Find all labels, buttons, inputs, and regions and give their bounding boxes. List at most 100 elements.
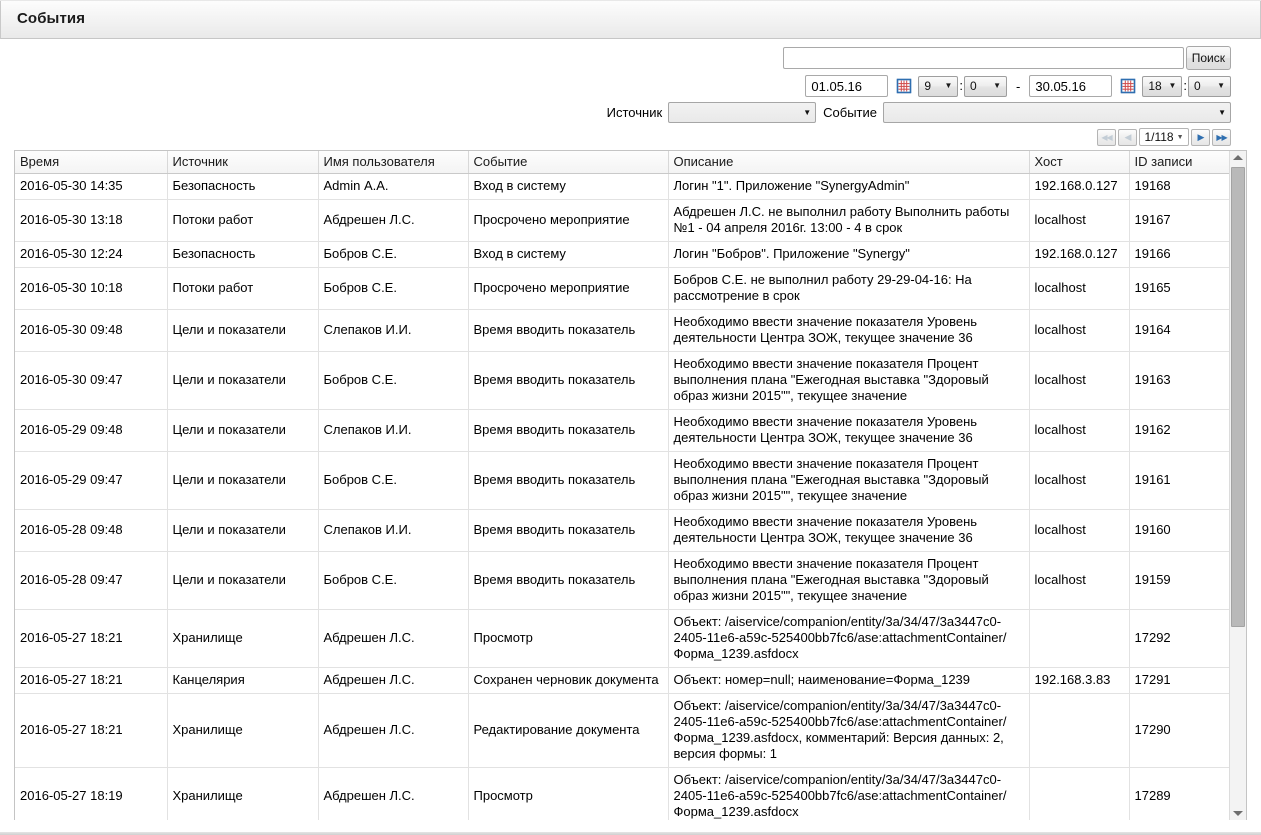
scroll-down-arrow-icon[interactable] [1230,807,1246,820]
vertical-scrollbar[interactable] [1229,151,1246,820]
cell-event: Просмотр [468,767,669,820]
cell-user: Абдрешен Л.С. [318,609,469,668]
cell-record-id: 17292 [1129,609,1229,668]
column-header-time[interactable]: Время [15,151,168,174]
cell-source: Потоки работ [167,267,319,310]
cell-time: 2016-05-30 12:24 [15,241,168,268]
cell-source: Хранилище [167,609,319,668]
page-selector[interactable]: 1/118 ▼ [1139,128,1189,146]
scroll-up-arrow-icon[interactable] [1230,151,1246,164]
cell-host: 192.168.0.127 [1029,241,1130,268]
pagination: ◀◀ ◀ 1/118 ▼ ▶ ▶▶ [1095,128,1231,146]
prev-page-button[interactable]: ◀ [1118,128,1137,146]
cell-description: Необходимо ввести значение показателя Ур… [668,509,1030,552]
cell-user: Абдрешен Л.С. [318,199,469,242]
cell-time: 2016-05-29 09:47 [15,451,168,510]
minute-to-select[interactable]: 0 ▼ [1188,75,1231,97]
cell-source: Безопасность [167,173,319,200]
chevron-down-icon: ▼ [803,107,812,117]
events-grid: Время Источник Имя пользователя Событие … [14,150,1247,821]
cell-user: Слепаков И.И. [318,409,469,452]
scrollbar-thumb[interactable] [1231,167,1245,627]
cell-record-id: 19168 [1129,173,1229,200]
cell-record-id: 19167 [1129,199,1229,242]
cell-source: Цели и показатели [167,409,319,452]
cell-host: 192.168.3.83 [1029,667,1130,694]
table-row[interactable]: 2016-05-30 14:35 Безопасность Admin А.А. Вх… [15,173,1229,200]
cell-event: Сохранен черновик документа [468,667,669,694]
table-row[interactable]: 2016-05-30 13:18 Потоки работ Абдрешен Л.С… [15,199,1229,242]
time-colon-from: : [959,78,964,93]
cell-source: Цели и показатели [167,509,319,552]
search-button[interactable]: Поиск [1185,46,1231,70]
events-table: Время Источник Имя пользователя Событие … [15,151,1229,820]
cell-description: Логин "1". Приложение "SynergyAdmin" [668,173,1030,200]
cell-time: 2016-05-29 09:48 [15,409,168,452]
cell-host [1029,767,1130,820]
calendar-icon-from[interactable] [896,78,912,94]
cell-host [1029,609,1130,668]
hour-from-select[interactable]: 9 ▼ [918,75,959,97]
cell-description: Необходимо ввести значение показателя Ур… [668,309,1030,352]
cell-time: 2016-05-30 13:18 [15,199,168,242]
last-page-button[interactable]: ▶▶ [1212,128,1231,146]
cell-time: 2016-05-30 10:18 [15,267,168,310]
cell-description: Абдрешен Л.С. не выполнил работу Выполни… [668,199,1030,242]
cell-user: Бобров С.Е. [318,451,469,510]
minute-to-value: 0 [1194,79,1201,93]
cell-record-id: 19164 [1129,309,1229,352]
cell-description: Объект: номер=null; наименование=Форма_1… [668,667,1030,694]
source-filter-select[interactable]: ▼ [668,102,817,123]
event-filter-select[interactable]: ▼ [883,102,1231,123]
column-header-source[interactable]: Источник [167,151,319,174]
source-filter-label: Источник [606,105,663,120]
date-range-row: 9 ▼ : 0 ▼ - [805,75,1231,97]
minute-from-select[interactable]: 0 ▼ [964,75,1008,97]
cell-event: Время вводить показатель [468,551,669,610]
hour-to-select[interactable]: 18 ▼ [1142,75,1183,97]
cell-record-id: 19166 [1129,241,1229,268]
table-row[interactable]: 2016-05-30 09:47 Цели и показатели Бобров … [15,351,1229,410]
cell-record-id: 19165 [1129,267,1229,310]
next-page-button[interactable]: ▶ [1191,128,1210,146]
first-page-button[interactable]: ◀◀ [1097,128,1116,146]
cell-description: Бобров С.Е. не выполнил работу 29-29-04-… [668,267,1030,310]
cell-source: Потоки работ [167,199,319,242]
table-row[interactable]: 2016-05-29 09:48 Цели и показатели Слепако… [15,409,1229,452]
cell-record-id: 19160 [1129,509,1229,552]
table-row[interactable]: 2016-05-29 09:47 Цели и показатели Бобров … [15,451,1229,510]
chevron-down-icon: ▼ [1168,81,1177,90]
cell-description: Объект: /aiservice/companion/entity/3a/3… [668,609,1030,668]
column-header-host[interactable]: Хост [1029,151,1130,174]
table-row[interactable]: 2016-05-28 09:47 Цели и показатели Бобров … [15,551,1229,610]
cell-record-id: 17291 [1129,667,1229,694]
table-row[interactable]: 2016-05-27 18:19 Хранилище Абдрешен Л.С. Пр… [15,767,1229,820]
cell-event: Вход в систему [468,241,669,268]
cell-event: Время вводить показатель [468,309,669,352]
cell-event: Время вводить показатель [468,351,669,410]
date-to-input[interactable] [1029,75,1113,97]
column-header-description[interactable]: Описание [668,151,1030,174]
cell-time: 2016-05-28 09:47 [15,551,168,610]
column-header-event[interactable]: Событие [468,151,669,174]
column-header-user[interactable]: Имя пользователя [318,151,469,174]
table-row[interactable]: 2016-05-28 09:48 Цели и показатели Слепако… [15,509,1229,552]
date-from-input[interactable] [805,75,889,97]
search-input[interactable] [782,47,1184,69]
table-row[interactable]: 2016-05-27 18:21 Хранилище Абдрешен Л.С. Пр… [15,609,1229,668]
table-row[interactable]: 2016-05-30 12:24 Безопасность Бобров С.Е. В… [15,241,1229,268]
cell-record-id: 19161 [1129,451,1229,510]
table-row[interactable]: 2016-05-27 18:21 Канцелярия Абдрешен Л.С. С… [15,667,1229,694]
table-row[interactable]: 2016-05-30 09:48 Цели и показатели Слепако… [15,309,1229,352]
cell-event: Редактирование документа [468,693,669,768]
column-header-record-id[interactable]: ID записи [1129,151,1229,174]
cell-user: Бобров С.Е. [318,351,469,410]
header-row: Время Источник Имя пользователя Событие … [15,151,1229,174]
table-row[interactable]: 2016-05-30 10:18 Потоки работ Бобров С.Е. П… [15,267,1229,310]
table-row[interactable]: 2016-05-27 18:21 Хранилище Абдрешен Л.С. Ре… [15,693,1229,768]
cell-description: Необходимо ввести значение показателя Ур… [668,409,1030,452]
cell-source: Цели и показатели [167,309,319,352]
cell-description: Объект: /aiservice/companion/entity/3a/3… [668,767,1030,820]
cell-host: localhost [1029,199,1130,242]
calendar-icon-to[interactable] [1120,78,1136,94]
